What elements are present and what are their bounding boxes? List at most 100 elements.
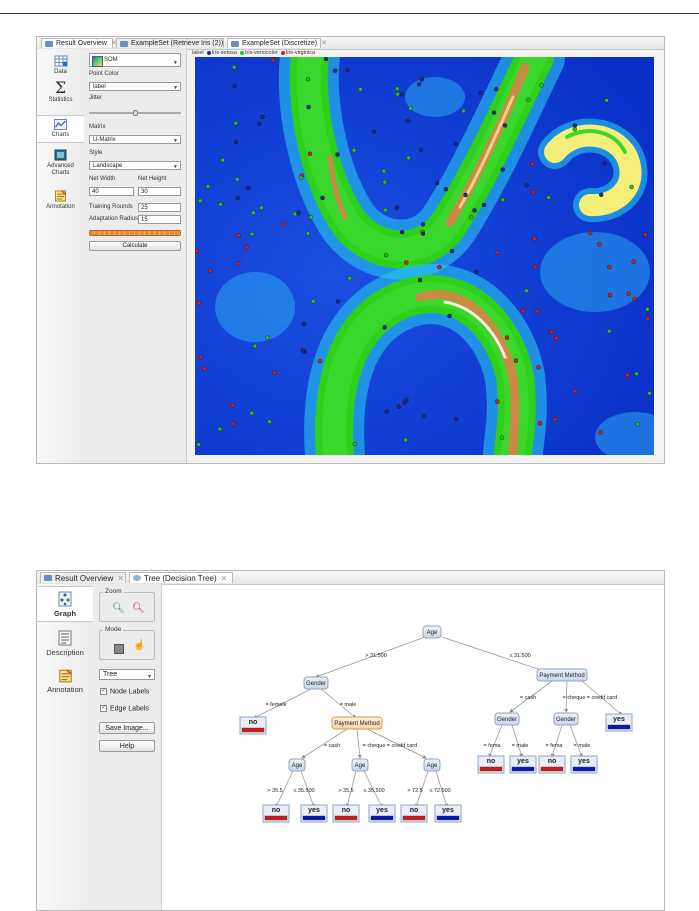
sidebar-item-statistics[interactable]: Σ Statistics [37,80,84,104]
tab-decision-tree[interactable]: Tree (Decision Tree) ✕ [129,572,233,583]
tree-leaf-label: yes [613,716,625,723]
tree-leaf-distribution-bar [302,815,326,821]
som-u-matrix-plot[interactable] [195,57,654,455]
sidebar-item-advanced-charts[interactable]: Advanced Charts [37,149,84,177]
pick-mode-hand-icon[interactable]: ☝ [133,640,145,651]
sidebar-item-graph[interactable]: Graph [37,586,93,622]
mode-label: Mode [103,626,124,633]
sidebar-item-charts[interactable]: Charts [37,115,84,143]
som-point [197,198,203,204]
tab-result-overview[interactable]: Result Overview ✕ [40,572,126,583]
som-point [493,87,499,92]
som-point [537,421,543,426]
tree-leaf-distribution-bar [370,815,394,821]
help-button[interactable]: Help [99,740,155,752]
som-point [404,260,409,265]
zoom-in-icon[interactable]: 🔍︎ [112,603,125,614]
layout-select[interactable]: Tree ▼ [99,669,155,680]
som-point [499,435,505,440]
legend-swatch [206,50,211,55]
som-point [249,231,255,237]
som-point [461,108,466,114]
jitter-label: Jitter [89,95,103,101]
tab-result-overview[interactable]: Result Overview ✕ [41,38,117,48]
close-icon[interactable]: ✕ [221,573,228,584]
chart-legend: label Iris-setosa Iris-versicolor Iris-virg… [192,50,315,56]
decision-tree-graph[interactable]: > 31.500 ≤ 31.500 = female = male = cash = ch… [162,585,664,910]
annotation-icon [55,190,66,202]
som-point [265,335,270,340]
node-labels-checkbox[interactable]: Node Labels [100,686,149,695]
som-point [382,325,387,330]
tree-edge-label: ≤ 35.500 [293,788,314,794]
point-color-select[interactable]: label ▼ [89,82,181,91]
tab-exampleset-retrieve[interactable]: ExampleSet (Retrieve Iris (2))✕ [116,38,233,48]
som-point [220,157,225,163]
som-point [472,208,477,213]
som-point [454,416,459,422]
som-point [270,58,276,63]
som-point [305,231,311,236]
close-icon[interactable]: ✕ [321,39,327,49]
som-point [196,442,201,447]
net-width-input[interactable]: 40 [89,187,134,196]
tree-leaf-distribution-bar [607,724,631,730]
result-overview-icon [44,575,52,581]
som-point [420,222,426,227]
som-point [207,268,213,273]
edge-labels-checkbox[interactable]: Edge Labels [100,703,149,712]
jitter-slider[interactable] [89,110,181,116]
som-point [235,177,240,182]
tree-node-label: Age [427,630,438,636]
net-height-input[interactable]: 30 [138,187,181,196]
som-point [418,147,424,152]
tree-leaf-distribution-bar [479,766,503,772]
som-point [572,123,578,128]
result-tab-bar: Result Overview ✕ Tree (Decision Tree) ✕ [37,571,664,585]
save-image-button[interactable]: Save Image... [99,722,155,734]
tree-node-label: Gender [306,681,326,687]
som-point [420,231,426,236]
close-icon[interactable]: ✕ [117,573,124,584]
zoom-out-icon[interactable]: 🔍︎ [132,603,145,614]
matrix-select[interactable]: U-Matrix ▼ [89,135,181,144]
style-select[interactable]: Landscape ▼ [89,161,181,170]
sidebar-item-description[interactable]: Description [37,630,93,657]
som-point [530,161,535,167]
som-point [399,229,405,235]
sidebar-item-annotation[interactable]: Annotation [37,668,93,694]
som-point [395,92,400,97]
som-result-panel: Result Overview ✕ ExampleSet (Retrieve Ir… [36,36,665,464]
tree-edge-label: = credit card [587,695,617,701]
transform-mode-icon[interactable] [114,644,124,654]
som-point [230,403,235,408]
tree-edge-label: > 72.5 [407,788,422,794]
graph-controls-panel: Zoom 🔍︎ 🔍︎ Mode ☝ Tree ▼ Node Labels Edg… [93,584,162,910]
sidebar-item-annotation[interactable]: Annotation [37,189,84,210]
som-point [267,419,272,424]
som-point [500,197,505,203]
chevron-down-icon: ▼ [173,164,178,170]
checkbox-checked[interactable] [100,703,107,712]
slider-thumb[interactable] [132,110,138,116]
som-point [607,292,613,298]
sidebar-item-data[interactable]: Data [37,55,84,75]
som-point [539,83,544,88]
chart-type-select[interactable]: SOM ▼ [89,53,181,67]
tree-leaf-distribution-bar [264,815,288,821]
training-rounds-label: Training Rounds [89,204,133,210]
calculate-button[interactable]: Calculate [89,241,181,251]
checkbox-checked[interactable] [100,686,107,695]
chevron-down-icon: ▼ [173,60,178,66]
tree-edge-label: ≤ 35.500 [363,788,384,794]
adaptation-radius-input[interactable]: 15 [138,215,181,224]
tree-node-label: Age [292,763,303,769]
tree-leaf-distribution-bar [334,815,358,821]
som-point [491,110,497,115]
tree-edge [569,724,583,758]
som-point [317,358,323,364]
som-point [236,261,241,266]
tab-exampleset-discretize[interactable]: ExampleSet (Discretize) ✕ [227,38,327,48]
sidebar-item-label: Annotation [47,685,83,694]
training-rounds-input[interactable]: 25 [138,203,181,212]
